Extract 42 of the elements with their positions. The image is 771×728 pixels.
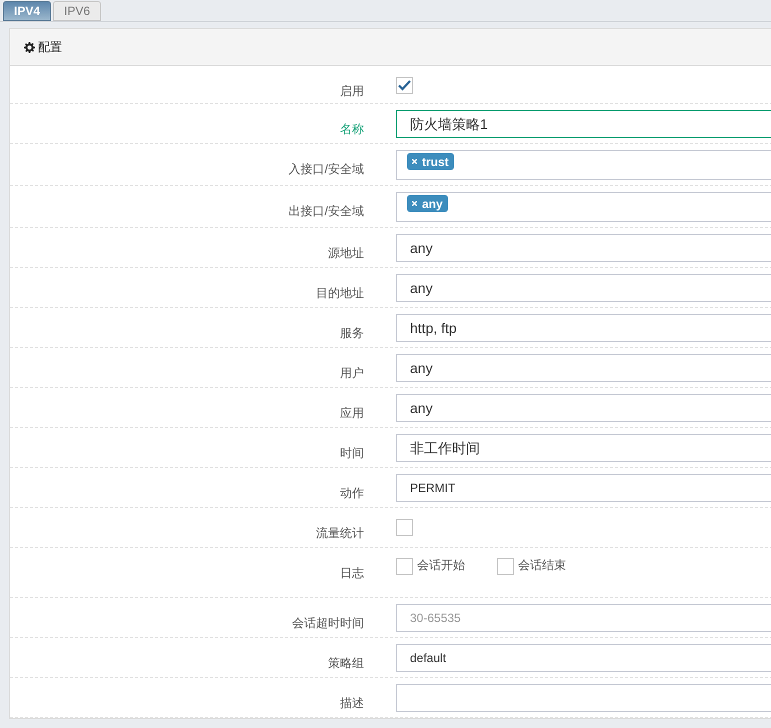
field-label: 入接口/安全域 <box>288 161 365 178</box>
field-label: 服务 <box>339 325 365 342</box>
field-label: 源地址 <box>327 245 365 262</box>
tag: any <box>407 195 448 212</box>
checkbox[interactable] <box>497 558 514 575</box>
field-label: 日志 <box>339 565 365 582</box>
input-field[interactable]: http, ftp <box>396 314 771 342</box>
field-label: 启用 <box>339 83 365 100</box>
tag-input-field[interactable]: trust <box>396 150 771 180</box>
tag: trust <box>407 153 454 170</box>
input-field[interactable] <box>396 684 771 712</box>
checkbox[interactable] <box>396 558 413 575</box>
input-field[interactable]: any <box>396 354 771 382</box>
input-field[interactable]: default <box>396 644 771 672</box>
panel-title: 配置 <box>38 39 62 56</box>
input-field[interactable]: any <box>396 274 771 302</box>
close-icon[interactable] <box>412 159 417 164</box>
checkbox-label: 会话开始 <box>417 558 465 572</box>
field-label: 描述 <box>339 695 365 712</box>
tab[interactable]: IPV6 <box>53 1 102 21</box>
close-icon[interactable] <box>412 201 417 206</box>
input-field[interactable]: PERMIT <box>396 474 771 502</box>
input-field[interactable]: 防火墙策略1 <box>396 110 771 138</box>
input-field[interactable]: any <box>396 394 771 422</box>
settings-icon <box>24 42 35 52</box>
tag-input-field[interactable]: any <box>396 192 771 222</box>
field-label: 出接口/安全域 <box>288 203 365 220</box>
field-label: 应用 <box>339 405 365 422</box>
input-field[interactable]: 非工作时间 <box>396 434 771 462</box>
input-field[interactable]: 30-65535 <box>396 604 771 632</box>
field-label: 流量统计 <box>315 525 365 542</box>
input-field[interactable]: any <box>396 234 771 262</box>
checkbox-label: 会话结束 <box>518 558 566 572</box>
field-label: 时间 <box>339 445 365 462</box>
field-label: 目的地址 <box>315 285 365 302</box>
checkbox[interactable] <box>396 77 413 94</box>
field-label: 动作 <box>339 485 365 502</box>
checkbox[interactable] <box>396 519 413 536</box>
field-label: 策略组 <box>327 655 365 672</box>
field-label: 名称 <box>339 121 365 138</box>
field-label: 会话超时时间 <box>291 615 365 632</box>
field-label: 用户 <box>339 365 365 382</box>
